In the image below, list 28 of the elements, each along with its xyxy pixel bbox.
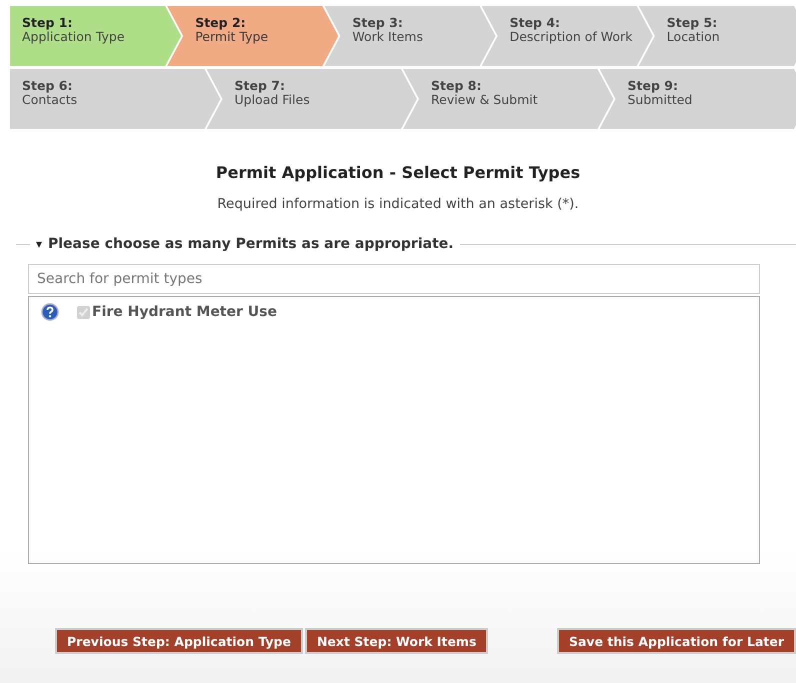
step-label: Review & Submit (431, 93, 539, 107)
step-number: Step 7: (234, 79, 286, 93)
help-icon[interactable] (41, 303, 59, 321)
step-number: Step 4: (510, 16, 562, 30)
step-label: Submitted (628, 93, 694, 107)
step-button[interactable]: Next Step: Work Items (304, 628, 488, 654)
section-legend: Please choose as many Permits as are appropriate. (48, 236, 454, 252)
search-field[interactable]: Search for permit types (28, 264, 760, 294)
collapse-toggle[interactable]: ▾ (36, 237, 42, 251)
step-number: Step 3: (352, 16, 404, 30)
step-label: Contacts (22, 93, 78, 107)
step-label: Location (666, 30, 721, 44)
step-number: Step 2: (195, 16, 247, 30)
step-number: Step 9: (628, 79, 679, 93)
step-label: Work Items (352, 30, 424, 44)
required-note: Required information is indicated with an asterisk (*). (216, 196, 580, 212)
step-label: Application Type (22, 30, 126, 44)
step-number: Step 1: (22, 16, 74, 30)
step-label: Permit Type (195, 30, 270, 44)
step-button[interactable]: Previous Step: Application Type (55, 628, 303, 654)
save-button[interactable]: Save this Application for Later (556, 628, 796, 654)
page-title: Permit Application - Select Permit Types (214, 163, 582, 182)
step-number: Step 6: (22, 79, 74, 93)
permit-label: Fire Hydrant Meter Use (92, 304, 277, 320)
step-number: Step 5: (666, 16, 718, 30)
step-label: Upload Files (234, 93, 311, 107)
step-number: Step 8: (431, 79, 482, 93)
step-label: Description of Work (510, 30, 634, 44)
